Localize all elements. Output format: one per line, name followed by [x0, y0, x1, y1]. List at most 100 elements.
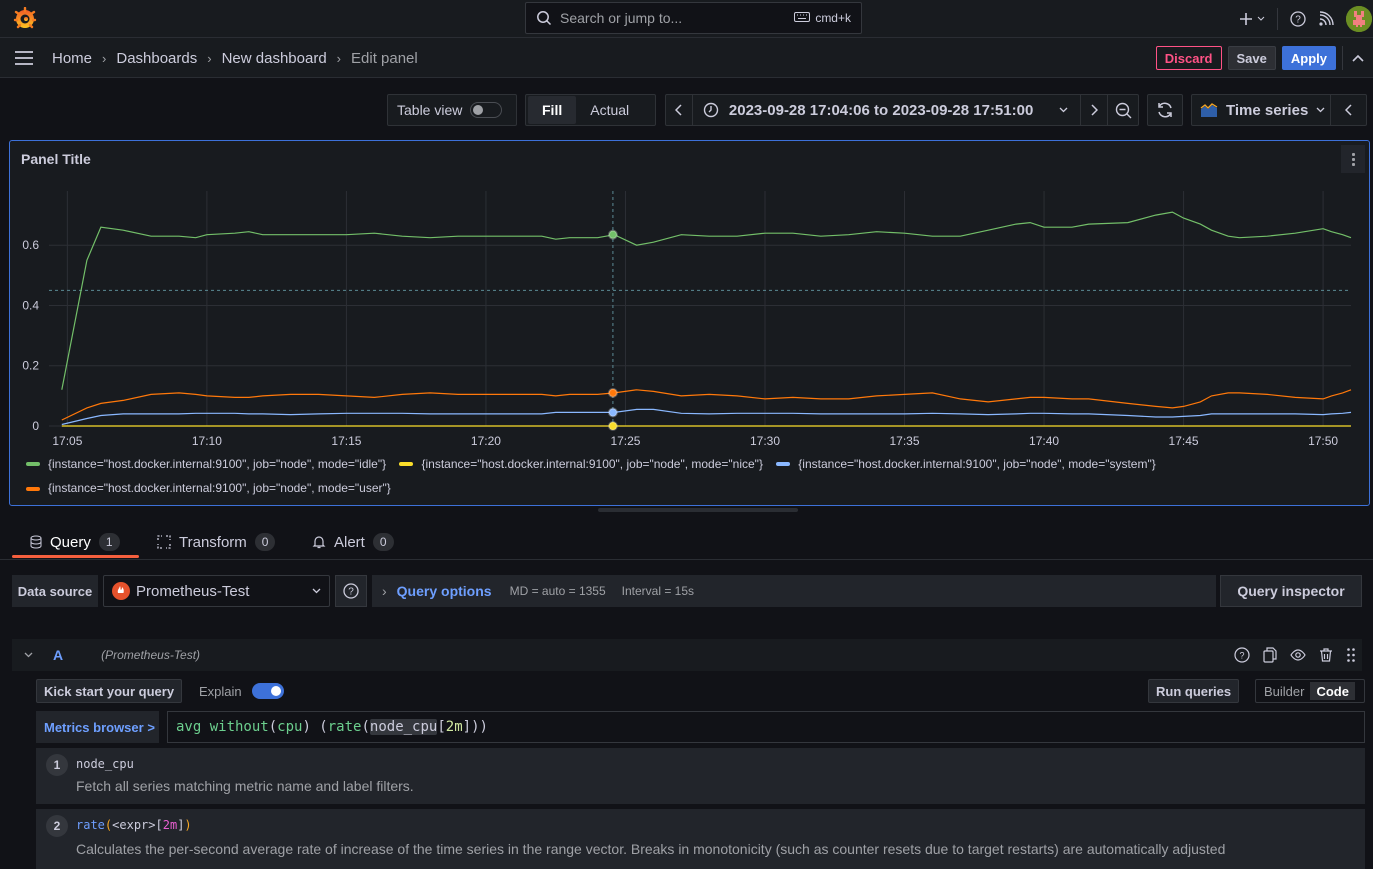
top-navbar: Search or jump to... cmd+k ? — [0, 0, 1373, 38]
x-tick-label: 17:50 — [1308, 434, 1338, 448]
step-code: rate(<expr>[2m]) — [76, 818, 192, 832]
x-tick-label: 17:35 — [890, 434, 920, 448]
x-tick-label: 17:45 — [1169, 434, 1199, 448]
explain-step: 1 node_cpu Fetch all series matching met… — [36, 748, 1365, 804]
fill-option[interactable]: Fill — [528, 96, 577, 124]
time-range-button[interactable]: 2023-09-28 17:04:06 to 2023-09-28 17:51:… — [693, 95, 1082, 125]
drag-handle-icon[interactable] — [1346, 647, 1356, 663]
resize-handle[interactable] — [598, 508, 798, 512]
collapse-options-icon[interactable] — [1330, 95, 1366, 125]
step-code: node_cpu — [76, 757, 134, 771]
metrics-browser-button[interactable]: Metrics browser > — [36, 711, 159, 743]
legend-item[interactable]: {instance="host.docker.internal:9100", j… — [26, 453, 386, 476]
actual-option[interactable]: Actual — [576, 96, 643, 124]
clock-icon — [703, 102, 719, 118]
chevron-down-icon[interactable] — [1257, 16, 1265, 22]
x-tick-label: 17:10 — [192, 434, 222, 448]
step-number: 2 — [46, 815, 68, 837]
chevron-right-icon: › — [336, 50, 342, 66]
editor-mode-toggle: Builder Code — [1255, 679, 1365, 703]
legend-item[interactable]: {instance="host.docker.internal:9100", j… — [776, 453, 1156, 476]
query-options[interactable]: › Query options MD = auto = 1355 Interva… — [372, 575, 1216, 607]
step-description: Calculates the per-second average rate o… — [76, 841, 1226, 857]
x-tick-label: 17:05 — [52, 434, 82, 448]
datasource-row: Data source Prometheus-Test ? › Query op… — [12, 575, 1362, 607]
visualization-picker[interactable]: Time series — [1191, 94, 1367, 126]
breadcrumb-home[interactable]: Home — [52, 50, 92, 67]
time-range-picker: 2023-09-28 17:04:06 to 2023-09-28 17:51:… — [665, 94, 1139, 126]
hover-point — [607, 229, 618, 240]
breadcrumb: Home › Dashboards › New dashboard › Edit… — [52, 38, 418, 78]
zoom-out-icon[interactable] — [1108, 95, 1138, 125]
apply-button[interactable]: Apply — [1281, 46, 1336, 70]
hover-point — [607, 421, 618, 431]
y-tick-label: 0 — [32, 419, 39, 433]
breadcrumb-edit-panel: Edit panel — [351, 49, 418, 67]
discard-button[interactable]: Discard — [1155, 46, 1222, 70]
search-shortcut: cmd+k — [794, 11, 851, 25]
plus-icon[interactable] — [1239, 12, 1253, 26]
chevron-down-icon — [1059, 107, 1068, 113]
help-icon[interactable]: ? — [335, 575, 367, 607]
eye-icon[interactable] — [1290, 647, 1306, 663]
code-mode-option[interactable]: Code — [1310, 682, 1355, 700]
promql-query-input[interactable]: avg without(cpu) (rate(node_cpu[2m])) — [167, 711, 1365, 743]
menu-icon[interactable] — [14, 50, 34, 69]
datasource-select[interactable]: Prometheus-Test — [103, 575, 330, 607]
panel-menu-icon[interactable] — [1341, 145, 1365, 173]
search-icon — [536, 10, 552, 26]
table-view-label: Table view — [397, 102, 463, 118]
y-tick-label: 0.4 — [22, 298, 39, 312]
fill-actual-radio: Fill Actual — [525, 94, 656, 126]
explain-step: 2 rate(<expr>[2m]) Calculates the per-se… — [36, 809, 1365, 869]
query-options-label[interactable]: Query options — [397, 583, 492, 599]
editor-tabs: Query 1 Transform 0 Alert 0 — [0, 524, 1373, 560]
table-view-switch[interactable] — [470, 102, 503, 118]
x-tick-label: 17:30 — [750, 434, 780, 448]
bell-icon — [312, 535, 326, 549]
trash-icon[interactable] — [1318, 647, 1334, 663]
search-input[interactable]: Search or jump to... cmd+k — [525, 2, 862, 34]
help-icon[interactable]: ? — [1234, 647, 1250, 663]
database-icon — [30, 535, 42, 549]
query-ref-id[interactable]: A — [53, 647, 63, 663]
legend-swatch — [776, 462, 791, 466]
refresh-button[interactable] — [1147, 94, 1183, 126]
refresh-icon — [1156, 101, 1174, 119]
max-datapoints: MD = auto = 1355 — [509, 584, 606, 598]
help-icon[interactable]: ? — [1290, 11, 1306, 27]
user-avatar[interactable] — [1346, 6, 1372, 32]
interval: Interval = 15s — [621, 584, 695, 598]
chevron-down-icon — [1316, 107, 1325, 113]
breadcrumb-new-dashboard[interactable]: New dashboard — [222, 50, 327, 67]
search-placeholder: Search or jump to... — [560, 10, 683, 26]
query-row-header: A (Prometheus-Test) ? — [12, 639, 1362, 671]
run-queries-button[interactable]: Run queries — [1148, 679, 1240, 703]
explain-toggle[interactable]: Explain — [199, 679, 284, 703]
breadcrumb-dashboards[interactable]: Dashboards — [116, 50, 197, 67]
builder-mode-option[interactable]: Builder — [1258, 682, 1310, 700]
duplicate-icon[interactable] — [1262, 647, 1278, 663]
rss-icon[interactable] — [1318, 11, 1334, 27]
tab-alert[interactable]: Alert 0 — [312, 524, 394, 560]
explain-switch[interactable] — [251, 683, 284, 699]
grafana-logo-icon[interactable] — [12, 6, 38, 31]
kick-start-query-button[interactable]: Kick start your query — [36, 679, 183, 703]
divider — [1277, 8, 1278, 30]
legend-item[interactable]: {instance="host.docker.internal:9100", j… — [26, 477, 391, 500]
keyboard-icon — [794, 11, 811, 25]
chevron-up-icon[interactable] — [1343, 54, 1373, 62]
time-shift-back-icon[interactable] — [666, 95, 693, 125]
chevron-right-icon: › — [102, 50, 107, 66]
time-series-chart[interactable]: 0 0.2 0.4 0.6 17:05 17:10 17:15 17:20 17:25 17:30… — [10, 181, 1369, 481]
save-button[interactable]: Save — [1227, 46, 1276, 70]
query-inspector-button[interactable]: Query inspector — [1220, 575, 1362, 607]
table-view-toggle[interactable]: Table view — [387, 94, 517, 126]
time-shift-forward-icon[interactable] — [1081, 95, 1109, 125]
tab-transform[interactable]: Transform 0 — [157, 524, 276, 560]
panel-editor-toolbar: Table view Fill Actual 2023-09-28 17:04:… — [0, 86, 1373, 132]
collapse-chevron-icon[interactable] — [24, 652, 33, 658]
x-tick-label: 17:25 — [610, 434, 640, 448]
legend-item[interactable]: {instance="host.docker.internal:9100", j… — [399, 453, 763, 476]
hover-point — [607, 387, 618, 398]
